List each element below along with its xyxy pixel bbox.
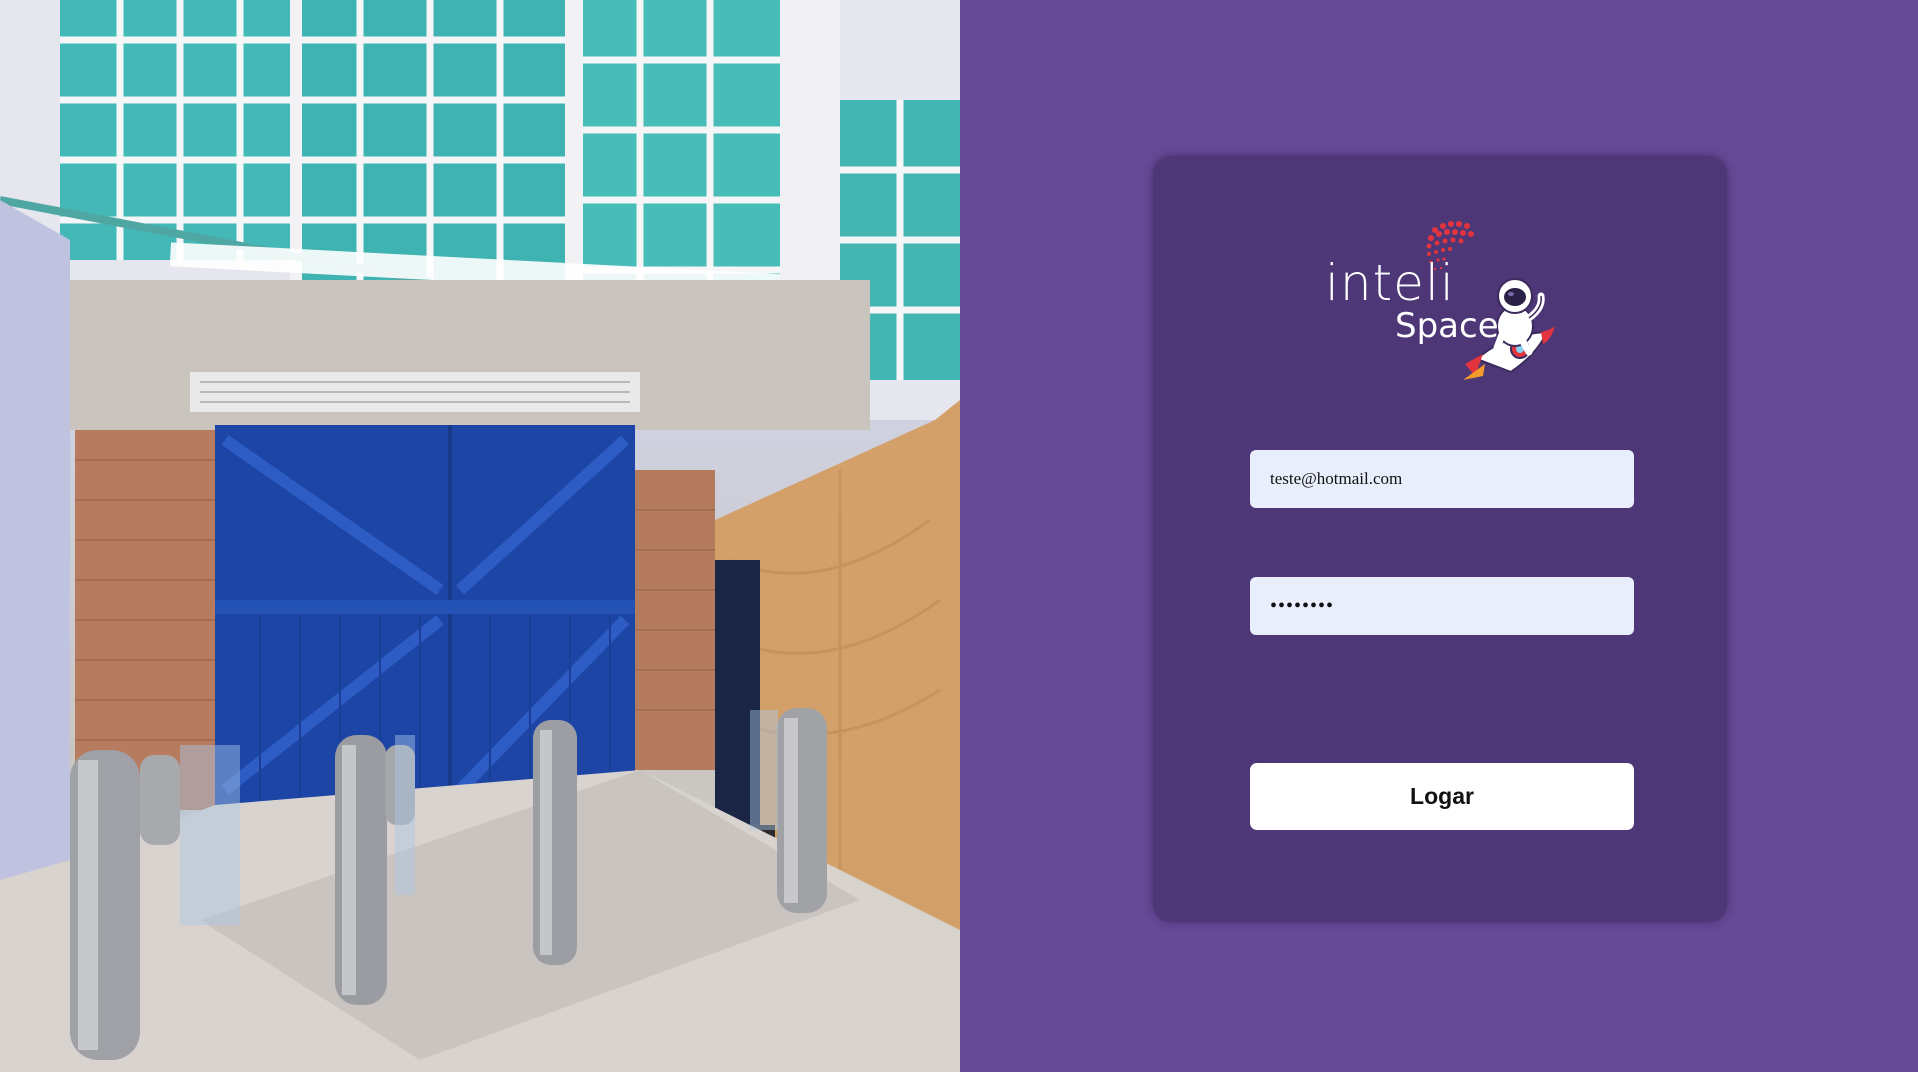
inteli-space-logo: inteli Space bbox=[1315, 214, 1575, 384]
password-field[interactable] bbox=[1250, 577, 1634, 635]
entrance-illustration bbox=[0, 0, 960, 1072]
login-button[interactable]: Logar bbox=[1250, 763, 1634, 830]
logo-word-space: Space bbox=[1395, 306, 1499, 346]
email-field[interactable] bbox=[1250, 450, 1634, 508]
login-card: inteli Space Logar bbox=[1153, 156, 1727, 922]
login-panel: inteli Space Logar bbox=[960, 0, 1918, 1072]
login-page: inteli Space Logar bbox=[0, 0, 1918, 1072]
entrance-photo bbox=[0, 0, 960, 1072]
logo-word-inteli: inteli bbox=[1325, 254, 1455, 312]
